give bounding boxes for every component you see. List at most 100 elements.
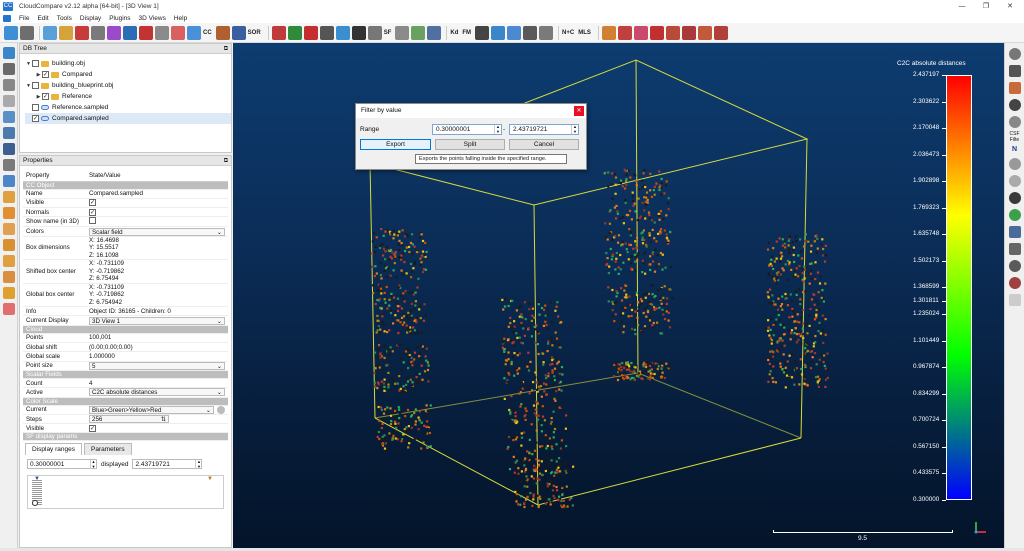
tree-item-building-blueprint[interactable]: ▼ building_blueprint.obj	[25, 80, 231, 91]
rotation-icon[interactable]	[3, 127, 15, 139]
raster-icon[interactable]	[215, 25, 230, 40]
steps-spinbox[interactable]: 256 ⇅	[89, 415, 169, 423]
view-cube-right-icon[interactable]	[3, 239, 15, 251]
sor-label[interactable]: SOR	[248, 30, 261, 36]
plugin-shield-icon[interactable]	[1009, 116, 1021, 128]
range-min-spinbox[interactable]: 0.30000001 ▲ ▼	[432, 124, 502, 135]
plugin-animation-icon[interactable]	[1009, 260, 1021, 272]
float-icon[interactable]: ⧉	[224, 156, 228, 166]
name-value[interactable]: Compared.sampled	[86, 189, 228, 199]
checkbox[interactable]	[32, 60, 39, 67]
plugin-sphere-icon[interactable]	[1009, 209, 1021, 221]
pivot-icon[interactable]	[3, 111, 15, 123]
export-button[interactable]: Export	[360, 139, 431, 150]
tab-display-ranges[interactable]: Display ranges	[25, 443, 82, 456]
split-button[interactable]: Split	[435, 139, 505, 150]
plugin-m3c2-icon[interactable]	[1009, 99, 1021, 111]
subsample-icon[interactable]	[107, 25, 121, 40]
custom-light-icon[interactable]	[3, 303, 15, 315]
colors-select[interactable]: Scalar field ⌄	[89, 227, 225, 236]
plugin-hpr-icon[interactable]	[1009, 294, 1021, 306]
show-name-checkbox[interactable]	[89, 217, 96, 225]
sf-min-spinbox[interactable]: 0.30000001 ▲ ▼	[27, 459, 97, 470]
save-icon[interactable]	[20, 25, 34, 40]
pan-icon[interactable]	[3, 159, 15, 171]
fm-label[interactable]: FM	[462, 30, 471, 36]
view-left-icon[interactable]	[633, 25, 648, 40]
orthographic-icon[interactable]	[3, 143, 15, 155]
segment-icon[interactable]	[123, 25, 137, 40]
mesh-icon[interactable]	[475, 25, 490, 40]
float-icon[interactable]: ⧉	[224, 44, 228, 54]
merge-icon[interactable]	[59, 25, 73, 40]
sf-gradient-icon[interactable]	[287, 25, 302, 40]
view-cube-back-icon[interactable]	[3, 255, 15, 267]
pixel-ratio-icon[interactable]	[3, 79, 15, 91]
picking-icon[interactable]	[139, 25, 153, 40]
point-cloud-scene[interactable]	[233, 43, 1004, 548]
checkbox[interactable]: ✓	[32, 115, 39, 122]
tree-item-compared-sampled[interactable]: ✓ Compared.sampled	[25, 113, 231, 124]
checkbox[interactable]: ✓	[42, 93, 49, 100]
compare-icon[interactable]	[187, 25, 201, 40]
view-bottom-icon[interactable]	[681, 25, 696, 40]
view-iso2-icon[interactable]	[713, 25, 728, 40]
view-top-icon[interactable]	[665, 25, 680, 40]
plugin-facets-icon[interactable]	[1009, 82, 1021, 94]
tree-item-building-obj[interactable]: ▼ building.obj	[25, 58, 231, 69]
active-sf-select[interactable]: C2C absolute distances ⌄	[89, 388, 225, 397]
delete-sf-icon[interactable]	[367, 25, 382, 40]
plugin-poisson-icon[interactable]	[1009, 192, 1021, 204]
3d-viewport[interactable]	[233, 43, 1004, 548]
plugin-n-icon[interactable]: N	[1005, 146, 1024, 153]
tree-item-reference[interactable]: ▶ ✓ Reference	[25, 91, 231, 102]
maximize-button[interactable]: ❐	[974, 1, 998, 12]
view-cube-bottom-icon[interactable]	[3, 271, 15, 283]
pick-rotation-icon[interactable]	[271, 25, 286, 40]
add-sf-icon[interactable]	[351, 25, 366, 40]
sphere-icon[interactable]	[523, 25, 538, 40]
plugin-cork-icon[interactable]	[1009, 243, 1021, 255]
checkbox[interactable]	[32, 82, 39, 89]
tree-item-reference-sampled[interactable]: Reference.sampled	[25, 102, 231, 113]
menu-3d-views[interactable]: 3D Views	[139, 15, 166, 22]
align-icon[interactable]	[91, 25, 105, 40]
cross-section-icon[interactable]	[155, 25, 169, 40]
menu-plugins[interactable]: Plugins	[109, 15, 130, 22]
normals-checkbox[interactable]: ✓	[89, 208, 96, 216]
visible-checkbox[interactable]: ✓	[89, 199, 96, 207]
csf-filter-label[interactable]: CSF Filte	[1005, 131, 1024, 143]
menu-help[interactable]: Help	[174, 15, 187, 22]
plane-icon[interactable]	[507, 25, 522, 40]
zoom-icon[interactable]	[3, 175, 15, 187]
view-front-icon[interactable]	[601, 25, 616, 40]
histogram-icon[interactable]	[319, 25, 334, 40]
tab-parameters[interactable]: Parameters	[84, 443, 132, 456]
plugin-pcv-icon[interactable]	[1009, 226, 1021, 238]
clone-icon[interactable]	[43, 25, 57, 40]
expand-triangle-icon[interactable]: ▼	[25, 83, 32, 89]
minimize-button[interactable]: —	[950, 1, 974, 12]
checker-icon[interactable]	[231, 25, 246, 40]
sf-arithmetic-icon[interactable]	[335, 25, 350, 40]
collapse-triangle-icon[interactable]: ▶	[35, 72, 42, 78]
plugin-magnet-icon[interactable]	[1009, 277, 1021, 289]
plugin-hough-icon[interactable]	[1009, 175, 1021, 187]
nc-label[interactable]: N+C	[562, 30, 574, 36]
gear-icon[interactable]	[217, 405, 225, 414]
sf-max-spinbox[interactable]: 2.43719721 ▲ ▼	[132, 459, 203, 470]
range-end-marker-icon[interactable]: ▼	[207, 476, 213, 482]
density-icon[interactable]	[427, 25, 442, 40]
menu-tools[interactable]: Tools	[57, 15, 72, 22]
global-zoom-icon[interactable]	[3, 47, 15, 59]
open-icon[interactable]	[4, 25, 18, 40]
color-scale-visible-checkbox[interactable]: ✓	[89, 424, 96, 432]
gaussian-icon[interactable]	[411, 25, 426, 40]
view-cube-top-icon[interactable]	[3, 207, 15, 219]
primitive-icon[interactable]	[539, 25, 554, 40]
sf-histogram[interactable]: ▼ ▼	[27, 475, 224, 510]
sf-export-icon[interactable]	[395, 25, 410, 40]
sf-label[interactable]: SF	[384, 30, 392, 36]
checkbox[interactable]	[32, 104, 39, 111]
checkbox[interactable]: ✓	[42, 71, 49, 78]
